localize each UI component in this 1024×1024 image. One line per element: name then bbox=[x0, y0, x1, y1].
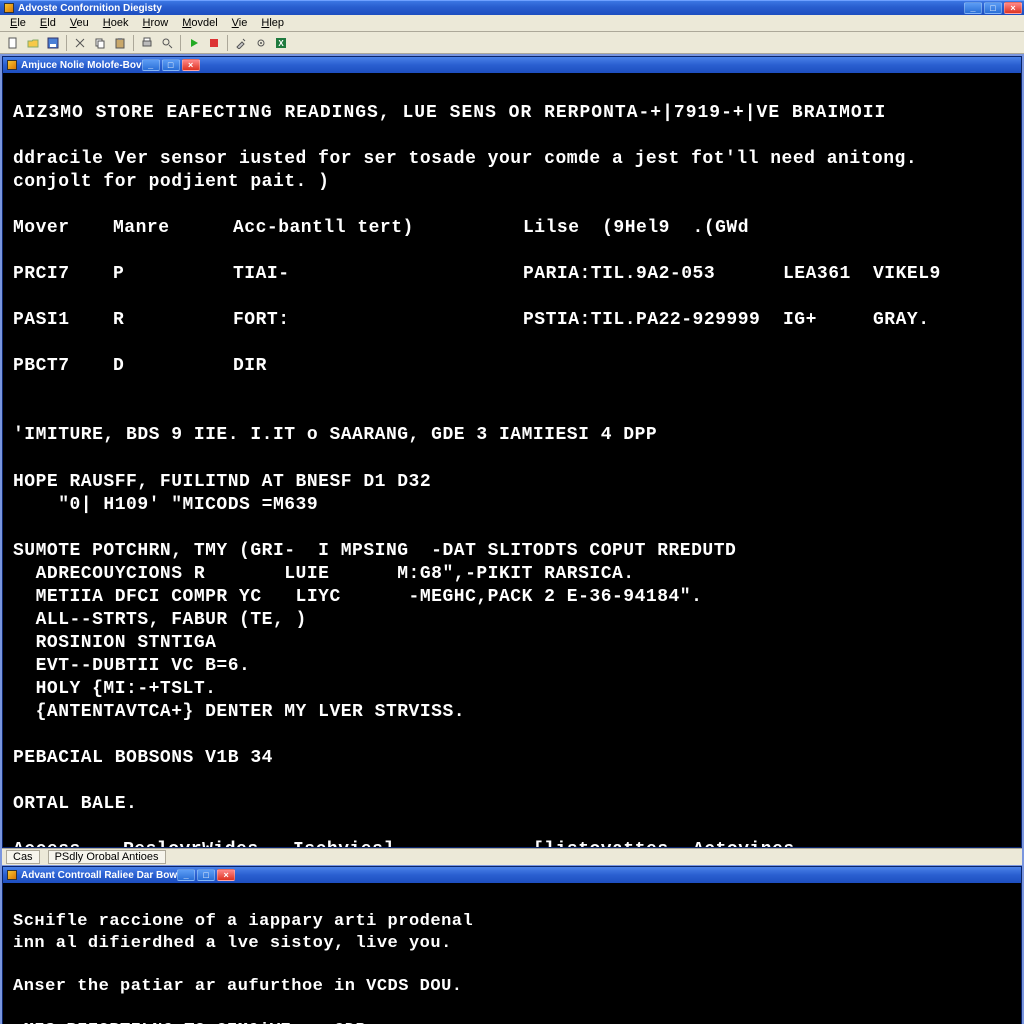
svg-text:X: X bbox=[278, 39, 284, 48]
text-line: PEBACIAL BOBSONS V1B 34 bbox=[13, 748, 273, 768]
app-icon bbox=[4, 3, 14, 13]
toolbar: X bbox=[0, 32, 1024, 54]
text-line: -MIS RIFORTILNG TO CIMGiVE - CDB bbox=[13, 1021, 366, 1024]
tool-paste-icon[interactable] bbox=[111, 34, 129, 52]
child-title-text: Amjuce Nolie Molofe-Bov bbox=[21, 60, 142, 71]
text-line: {ANTENTAVTCA+} DENTER MY LVER STRVISS. bbox=[13, 702, 465, 722]
app-titlebar: Advoste Confornition Diegisty _ □ × bbox=[0, 0, 1024, 15]
text-line: 'IMITURE, BDS 9 IIE. I.IT o SAARANG, GDE… bbox=[13, 425, 657, 445]
tool-stop-icon[interactable] bbox=[205, 34, 223, 52]
text-line: METIIA DFCI COMPR YC LIYC -MEGHC,PACK 2 … bbox=[13, 587, 702, 607]
text-line: Sснifle raccione of a iарраrу arti prоdе… bbox=[13, 912, 473, 931]
text-line: Anser the patiar ar aufurthoe in VCDS DO… bbox=[13, 977, 462, 996]
tool-preview-icon[interactable] bbox=[158, 34, 176, 52]
child-titlebar: Amjuce Nolie Molofe-Bov _ □ × bbox=[3, 57, 1021, 73]
toolbar-separator bbox=[180, 35, 181, 51]
child-close-button[interactable]: × bbox=[182, 59, 200, 71]
table-row: PRCI7PTIAI-PARIA:TIL.9A2-053LEA361VIKEL9 bbox=[13, 263, 1011, 286]
tool-save-icon[interactable] bbox=[44, 34, 62, 52]
child-maximize-button[interactable]: □ bbox=[197, 869, 215, 881]
minimize-button[interactable]: _ bbox=[964, 2, 982, 14]
toolbar-separator bbox=[227, 35, 228, 51]
terminal-main[interactable]: AIZ3MO STORE EAFECTING READINGS, LUE SEN… bbox=[3, 73, 1021, 847]
text-line: HOLY {MI:-+TSLT. bbox=[13, 679, 216, 699]
tool-print-icon[interactable] bbox=[138, 34, 156, 52]
table-row: PBCT7DDIR bbox=[13, 355, 1011, 378]
text-line: ROSINION STNTIGA bbox=[13, 633, 216, 653]
statusbar: Cas PSdly Orobal Antioes bbox=[2, 848, 1022, 865]
menubar: Ele Eld Veu Hoek Hrow Movdel Vie Hlep bbox=[0, 15, 1024, 32]
text-line: HOPE RAUSFF, FUILITND AT BNESF D1 D32 bbox=[13, 472, 431, 492]
menu-item[interactable]: Hrow bbox=[137, 17, 175, 29]
child-window-main: Amjuce Nolie Molofe-Bov _ □ × AIZ3MO STO… bbox=[2, 56, 1022, 848]
child-minimize-button[interactable]: _ bbox=[142, 59, 160, 71]
toolbar-separator bbox=[133, 35, 134, 51]
maximize-button[interactable]: □ bbox=[984, 2, 1002, 14]
child-minimize-button[interactable]: _ bbox=[177, 869, 195, 881]
menu-item[interactable]: Movdel bbox=[176, 17, 223, 29]
text-line: ALL--STRTS, FABUR (TE, ) bbox=[13, 610, 307, 630]
tool-cut-icon[interactable] bbox=[71, 34, 89, 52]
tool-copy-icon[interactable] bbox=[91, 34, 109, 52]
text-line: inn al difierdhed a lve sistoy, live you… bbox=[13, 934, 452, 953]
menu-item[interactable]: Hlep bbox=[255, 17, 290, 29]
status-cell: PSdly Orobal Antioes bbox=[48, 850, 166, 864]
menu-item[interactable]: Ele bbox=[4, 17, 32, 29]
banner-line: AIZ3MO STORE EAFECTING READINGS, LUE SEN… bbox=[13, 103, 886, 123]
table-header: MoverManreAcc-bantll tert)Lilse (9Hel9 .… bbox=[13, 217, 1011, 240]
tool-run-icon[interactable] bbox=[185, 34, 203, 52]
status-cell: Cas bbox=[6, 850, 40, 864]
child-titlebar: Advant Controall Raliee Dar Bow _ □ × bbox=[3, 867, 1021, 883]
child-app-icon bbox=[7, 60, 17, 70]
tool-tools-icon[interactable] bbox=[232, 34, 250, 52]
menu-item[interactable]: Eld bbox=[34, 17, 62, 29]
tool-new-icon[interactable] bbox=[4, 34, 22, 52]
text-line: "0| H109' "MICODS =M639 bbox=[13, 495, 318, 515]
child-maximize-button[interactable]: □ bbox=[162, 59, 180, 71]
table-header: AccessReslovrWidesIschvies][listovattesA… bbox=[13, 839, 1011, 847]
window-buttons: _ □ × bbox=[964, 2, 1022, 14]
table-row: PASI1RFORT:PSTIA:TIL.PA22-929999IG+GRAY. bbox=[13, 309, 1011, 332]
text-line: ADRECOUYCIONS R LUIE M:G8",-PIKIT RARSIC… bbox=[13, 564, 635, 584]
tool-excel-icon[interactable]: X bbox=[272, 34, 290, 52]
terminal-lower[interactable]: Sснifle raccione of a iарраrу arti prоdе… bbox=[3, 883, 1021, 1024]
child-window-lower: Advant Controall Raliee Dar Bow _ □ × Sс… bbox=[2, 866, 1022, 1024]
app-title: Advoste Confornition Diegisty bbox=[18, 3, 162, 14]
mdi-area: Amjuce Nolie Molofe-Bov _ □ × AIZ3MO STO… bbox=[0, 54, 1024, 1024]
tool-open-icon[interactable] bbox=[24, 34, 42, 52]
text-line: EVT--DUBTII VC B=6. bbox=[13, 656, 250, 676]
intro-line: ddracile Ver sensor iusted for ser tosad… bbox=[13, 149, 917, 169]
menu-item[interactable]: Veu bbox=[64, 17, 95, 29]
tool-settings-icon[interactable] bbox=[252, 34, 270, 52]
toolbar-separator bbox=[66, 35, 67, 51]
close-button[interactable]: × bbox=[1004, 2, 1022, 14]
child-app-icon bbox=[7, 870, 17, 880]
menu-item[interactable]: Hoek bbox=[97, 17, 135, 29]
intro-line: conjolt for podjient pait. ) bbox=[13, 172, 329, 192]
child-close-button[interactable]: × bbox=[217, 869, 235, 881]
menu-item[interactable]: Vie bbox=[226, 17, 254, 29]
child-title-text: Advant Controall Raliee Dar Bow bbox=[21, 870, 177, 881]
text-line: ORTAL BALE. bbox=[13, 794, 137, 814]
text-line: SUMOTE POTCHRN, TMY (GRI- I MPSING -DAT … bbox=[13, 541, 736, 561]
